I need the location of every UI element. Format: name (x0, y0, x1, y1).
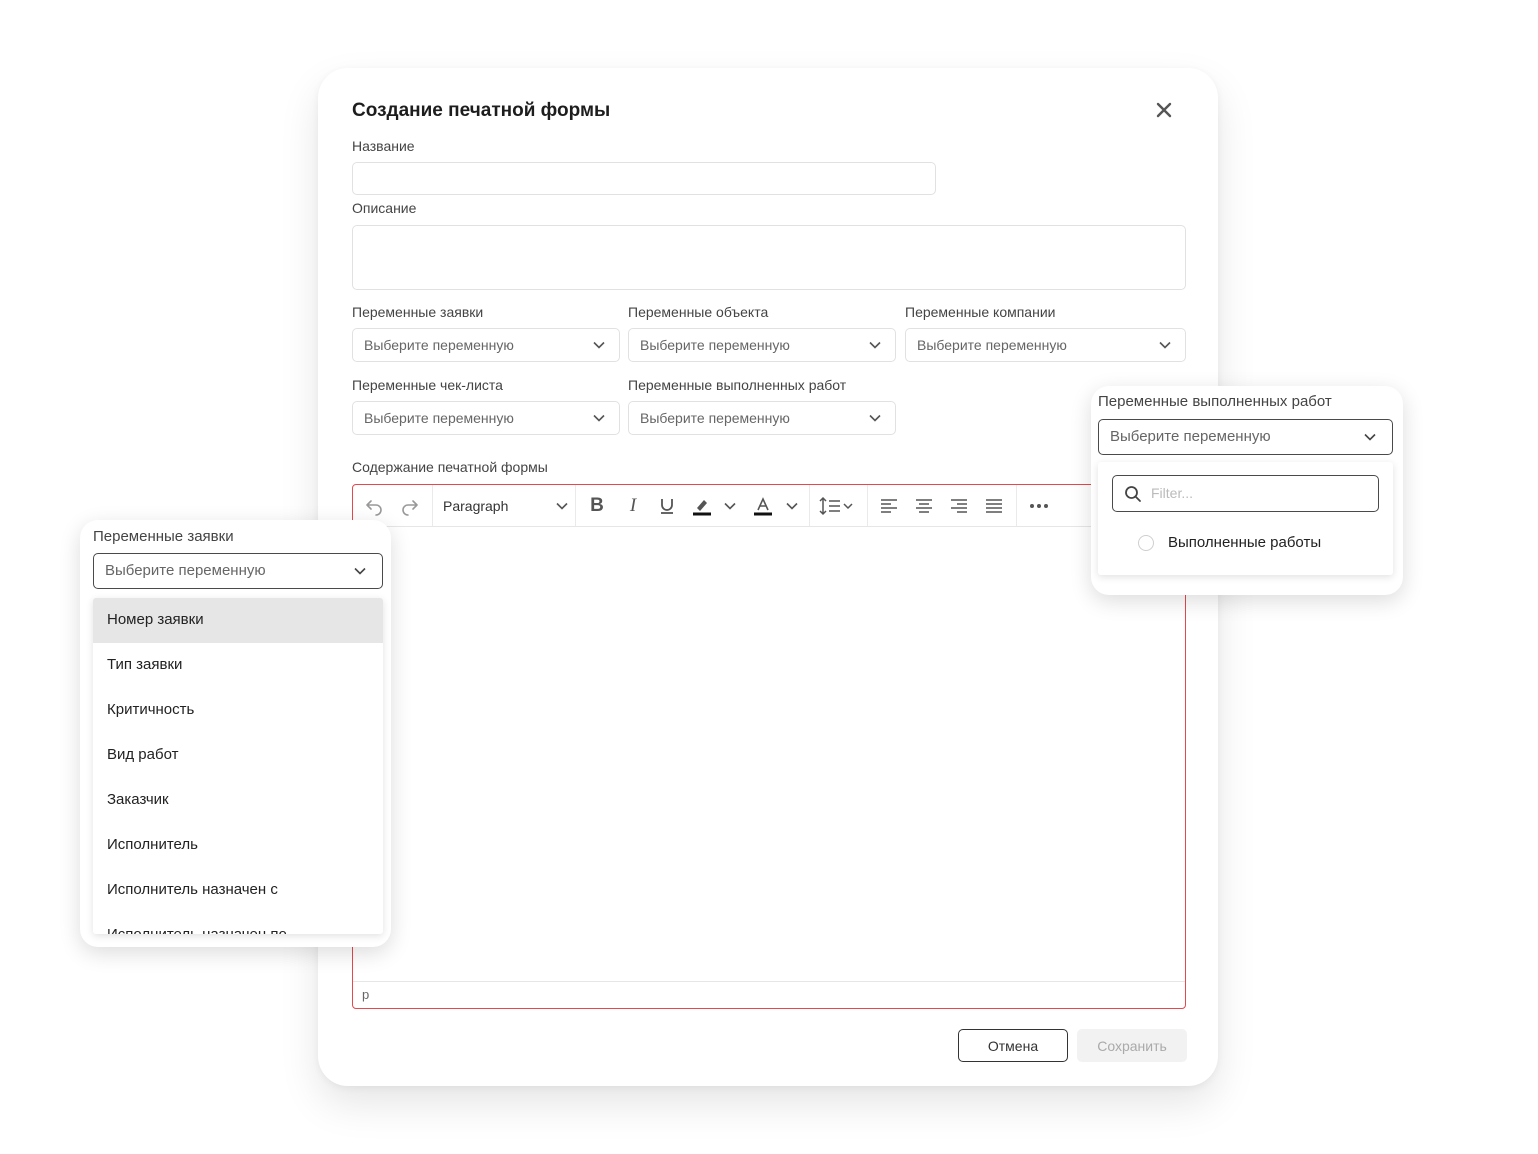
checklist-variables-select[interactable]: Выберите переменную (352, 401, 620, 435)
list-item[interactable]: Заказчик (93, 778, 383, 823)
highlight-icon[interactable] (691, 495, 713, 517)
toolbar-separator (432, 485, 433, 526)
completed-works-variables-label: Переменные выполненных работ (628, 377, 847, 393)
list-item[interactable]: Тип заявки (93, 643, 383, 688)
chevron-down-icon (1364, 433, 1376, 441)
chevron-down-icon (869, 341, 881, 349)
create-print-form-modal: Создание печатной формы Название Описани… (318, 68, 1218, 1086)
object-variables-label: Переменные объекта (628, 304, 769, 320)
select-placeholder: Выберите переменную (105, 562, 266, 579)
editor-toolbar: Paragraph B I (353, 485, 1185, 527)
save-button[interactable]: Сохранить (1077, 1029, 1187, 1062)
list-item[interactable]: Исполнитель назначен с (93, 868, 383, 913)
company-variables-label: Переменные компании (905, 304, 1056, 320)
align-justify-icon[interactable] (984, 495, 1004, 517)
name-input[interactable] (352, 162, 936, 195)
editor-status-bar: p (353, 981, 1185, 1008)
chevron-down-icon (593, 414, 605, 422)
chevron-down-icon (556, 502, 568, 510)
more-icon[interactable] (1028, 495, 1050, 517)
modal-title: Создание печатной формы (352, 100, 611, 121)
name-label: Название (352, 138, 415, 154)
object-variables-select[interactable]: Выберите переменную (628, 328, 896, 362)
list-item[interactable]: Номер заявки (93, 598, 383, 643)
chevron-down-icon (869, 414, 881, 422)
request-variables-select-open[interactable]: Выберите переменную (93, 553, 383, 589)
select-placeholder: Выберите переменную (640, 337, 790, 353)
select-placeholder: Выберите переменную (364, 410, 514, 426)
undo-icon[interactable] (363, 495, 385, 517)
chevron-down-icon[interactable] (723, 495, 737, 517)
redo-icon[interactable] (399, 495, 421, 517)
completed-works-variables-select[interactable]: Выберите переменную (628, 401, 896, 435)
italic-icon[interactable]: I (623, 495, 643, 517)
description-label: Описание (352, 200, 417, 216)
completed-works-dropdown-card: Переменные выполненных работ Выберите пе… (1091, 386, 1403, 595)
rich-text-editor: Paragraph B I p (352, 484, 1186, 1009)
card-label: Переменные заявки (93, 528, 234, 545)
select-placeholder: Выберите переменную (364, 337, 514, 353)
search-icon (1125, 486, 1141, 502)
align-center-icon[interactable] (914, 495, 934, 517)
checklist-variables-label: Переменные чек-листа (352, 377, 503, 393)
request-variables-select[interactable]: Выберите переменную (352, 328, 620, 362)
underline-icon[interactable] (657, 495, 677, 517)
cancel-button[interactable]: Отмена (958, 1029, 1068, 1062)
select-placeholder: Выберите переменную (640, 410, 790, 426)
company-variables-select[interactable]: Выберите переменную (905, 328, 1186, 362)
description-textarea[interactable] (352, 225, 1186, 290)
text-color-icon[interactable] (752, 495, 774, 517)
select-placeholder: Выберите переменную (1110, 428, 1271, 445)
content-label: Содержание печатной формы (352, 459, 548, 475)
align-left-icon[interactable] (879, 495, 899, 517)
block-format-label: Paragraph (443, 498, 509, 514)
toolbar-separator (809, 485, 810, 526)
list-item[interactable]: Исполнитель (93, 823, 383, 868)
option-label[interactable]: Выполненные работы (1168, 534, 1321, 551)
align-right-icon[interactable] (949, 495, 969, 517)
chevron-down-icon (354, 567, 366, 575)
chevron-down-icon (593, 341, 605, 349)
toolbar-separator (575, 485, 576, 526)
close-icon[interactable] (1154, 100, 1174, 120)
radio-button[interactable] (1138, 535, 1154, 551)
line-height-icon[interactable] (818, 495, 856, 517)
list-item[interactable]: Критичность (93, 688, 383, 733)
completed-works-select-open[interactable]: Выберите переменную (1098, 419, 1393, 455)
block-format-select[interactable]: Paragraph (443, 495, 568, 517)
request-variables-label: Переменные заявки (352, 304, 484, 320)
filter-field[interactable] (1112, 475, 1379, 512)
filter-input[interactable] (1151, 485, 1351, 501)
card-label: Переменные выполненных работ (1098, 393, 1332, 410)
chevron-down-icon (1159, 341, 1171, 349)
toolbar-separator (1016, 485, 1017, 526)
list-item[interactable]: Вид работ (93, 733, 383, 778)
request-variables-dropdown-card: Переменные заявки Выберите переменную Но… (80, 520, 391, 947)
list-item[interactable]: Исполнитель назначен по (93, 913, 383, 934)
bold-icon[interactable]: B (587, 495, 607, 517)
chevron-down-icon[interactable] (785, 495, 799, 517)
dropdown-list: Выполненные работы (1098, 462, 1393, 575)
select-placeholder: Выберите переменную (917, 337, 1067, 353)
toolbar-separator (867, 485, 868, 526)
dropdown-list: Номер заявки Тип заявки Критичность Вид … (93, 598, 383, 934)
